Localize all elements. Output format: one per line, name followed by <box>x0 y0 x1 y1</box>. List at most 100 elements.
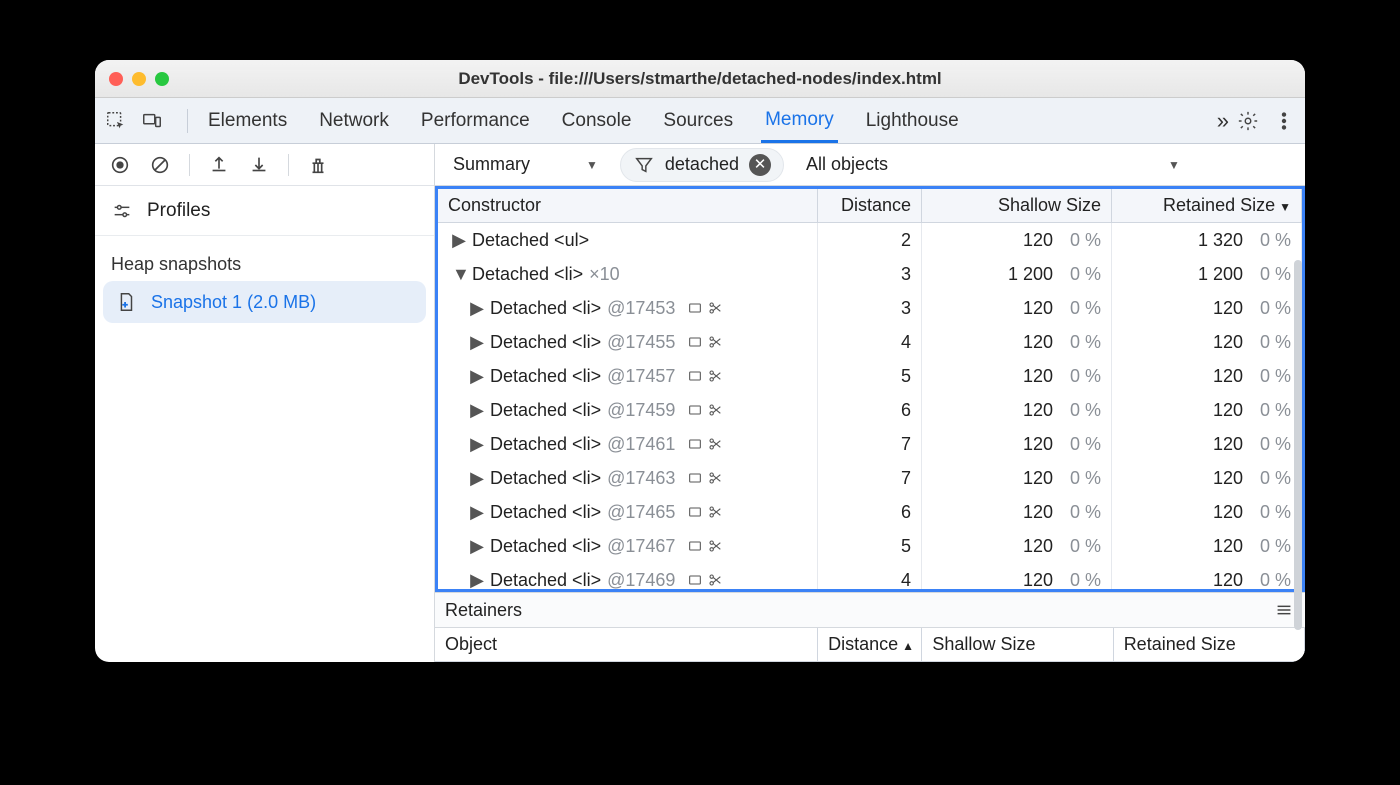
window-title: DevTools - file:///Users/stmarthe/detach… <box>95 69 1305 89</box>
element-panel-icon[interactable] <box>687 538 703 554</box>
element-panel-icon[interactable] <box>687 368 703 384</box>
table-row[interactable]: ▶Detached <li> @17453 31200 %1200 % <box>438 291 1302 325</box>
chevron-down-icon: ▼ <box>1168 158 1180 172</box>
table-row[interactable]: ▶Detached <li> @17457 51200 %1200 % <box>438 359 1302 393</box>
table-row[interactable]: ▶Detached <li> @17469 41200 %1200 % <box>438 563 1302 589</box>
distance-value: 5 <box>855 536 911 557</box>
col-retained[interactable]: Retained Size▼ <box>1112 189 1302 223</box>
table-row[interactable]: ▼Detached <li> ×1031 2000 %1 2000 % <box>438 257 1302 291</box>
disclosure-triangle-icon[interactable]: ▶ <box>470 298 484 319</box>
disclosure-triangle-icon[interactable]: ▶ <box>470 434 484 455</box>
disclosure-triangle-icon[interactable]: ▶ <box>470 400 484 421</box>
scissors-icon[interactable] <box>707 470 723 486</box>
table-row[interactable]: ▶Detached <li> @17467 51200 %1200 % <box>438 529 1302 563</box>
disclosure-triangle-icon[interactable]: ▶ <box>452 230 466 251</box>
profiles-header[interactable]: Profiles <box>95 186 434 236</box>
object-id: @17461 <box>607 434 675 455</box>
window-zoom-button[interactable] <box>155 72 169 86</box>
scissors-icon[interactable] <box>707 402 723 418</box>
snapshot-item[interactable]: Snapshot 1 (2.0 MB) <box>103 281 426 323</box>
element-panel-icon[interactable] <box>687 504 703 520</box>
disclosure-triangle-icon[interactable]: ▶ <box>470 468 484 489</box>
retained-value: 120 <box>1187 298 1243 319</box>
disclosure-triangle-icon[interactable]: ▶ <box>470 570 484 590</box>
tab-lighthouse[interactable]: Lighthouse <box>862 101 963 141</box>
retained-pct: 0 % <box>1249 468 1291 489</box>
element-panel-icon[interactable] <box>687 402 703 418</box>
element-panel-icon[interactable] <box>687 334 703 350</box>
object-id: @17467 <box>607 536 675 557</box>
col-shallow[interactable]: Shallow Size <box>922 628 1113 662</box>
scissors-icon[interactable] <box>707 368 723 384</box>
col-retained[interactable]: Retained Size <box>1113 628 1304 662</box>
table-row[interactable]: ▶Detached <li> @17465 61200 %1200 % <box>438 495 1302 529</box>
device-toolbar-icon[interactable] <box>141 110 163 132</box>
scissors-icon[interactable] <box>707 538 723 554</box>
element-panel-icon[interactable] <box>687 436 703 452</box>
retained-value: 120 <box>1187 570 1243 590</box>
window-titlebar: DevTools - file:///Users/stmarthe/detach… <box>95 60 1305 98</box>
disclosure-triangle-icon[interactable]: ▶ <box>470 332 484 353</box>
retained-pct: 0 % <box>1249 298 1291 319</box>
disclosure-triangle-icon[interactable]: ▶ <box>470 502 484 523</box>
clear-icon[interactable] <box>149 154 171 176</box>
table-row[interactable]: ▶Detached <ul>21200 %1 3200 % <box>438 223 1302 257</box>
retained-value: 120 <box>1187 332 1243 353</box>
col-object[interactable]: Object <box>435 628 818 662</box>
tab-elements[interactable]: Elements <box>204 101 291 141</box>
disclosure-triangle-icon[interactable]: ▶ <box>470 366 484 387</box>
tab-performance[interactable]: Performance <box>417 101 534 141</box>
view-select[interactable]: Summary ▼ <box>447 150 604 179</box>
retained-value: 120 <box>1187 434 1243 455</box>
class-filter-chip[interactable]: detached ✕ <box>620 148 784 182</box>
garbage-collect-icon[interactable] <box>307 154 329 176</box>
retained-value: 120 <box>1187 536 1243 557</box>
tab-sources[interactable]: Sources <box>659 101 737 141</box>
shallow-value: 120 <box>997 570 1053 590</box>
element-panel-icon[interactable] <box>687 572 703 588</box>
snapshot-file-icon <box>115 291 137 313</box>
snapshot-size: 2.0 MB <box>253 292 310 312</box>
object-scope-select[interactable]: All objects ▼ <box>800 150 1186 179</box>
inspect-element-icon[interactable] <box>105 110 127 132</box>
table-row[interactable]: ▶Detached <li> @17463 71200 %1200 % <box>438 461 1302 495</box>
record-icon[interactable] <box>109 154 131 176</box>
retained-value: 120 <box>1187 468 1243 489</box>
table-row[interactable]: ▶Detached <li> @17461 71200 %1200 % <box>438 427 1302 461</box>
scissors-icon[interactable] <box>707 504 723 520</box>
memory-main-panel: Summary ▼ detached ✕ All objects ▼ <box>435 144 1305 662</box>
element-panel-icon[interactable] <box>687 470 703 486</box>
col-distance[interactable]: Distance▲ <box>818 628 922 662</box>
retained-pct: 0 % <box>1249 230 1291 251</box>
disclosure-triangle-icon[interactable]: ▼ <box>452 264 466 285</box>
retainers-menu-icon[interactable] <box>1273 599 1295 621</box>
col-shallow[interactable]: Shallow Size <box>922 189 1112 223</box>
shallow-pct: 0 % <box>1059 264 1101 285</box>
retained-pct: 0 % <box>1249 400 1291 421</box>
element-panel-icon[interactable] <box>687 300 703 316</box>
window-close-button[interactable] <box>109 72 123 86</box>
scissors-icon[interactable] <box>707 572 723 588</box>
scissors-icon[interactable] <box>707 300 723 316</box>
kebab-menu-icon[interactable] <box>1273 110 1295 132</box>
col-distance[interactable]: Distance <box>818 189 922 223</box>
constructor-label: Detached <li> <box>490 332 601 353</box>
scissors-icon[interactable] <box>707 436 723 452</box>
window-minimize-button[interactable] <box>132 72 146 86</box>
table-row[interactable]: ▶Detached <li> @17459 61200 %1200 % <box>438 393 1302 427</box>
clear-filter-button[interactable]: ✕ <box>749 154 771 176</box>
disclosure-triangle-icon[interactable]: ▶ <box>470 536 484 557</box>
import-icon[interactable] <box>248 154 270 176</box>
distance-value: 2 <box>855 230 911 251</box>
constructor-label: Detached <li> <box>490 434 601 455</box>
tab-network[interactable]: Network <box>315 101 393 141</box>
tabs-overflow-button[interactable]: » <box>1213 99 1233 143</box>
settings-gear-icon[interactable] <box>1237 110 1259 132</box>
table-row[interactable]: ▶Detached <li> @17455 41200 %1200 % <box>438 325 1302 359</box>
scissors-icon[interactable] <box>707 334 723 350</box>
tab-memory[interactable]: Memory <box>761 100 838 143</box>
col-constructor[interactable]: Constructor <box>438 189 818 223</box>
export-icon[interactable] <box>208 154 230 176</box>
tab-console[interactable]: Console <box>558 101 636 141</box>
scrollbar-thumb[interactable] <box>1294 260 1302 630</box>
